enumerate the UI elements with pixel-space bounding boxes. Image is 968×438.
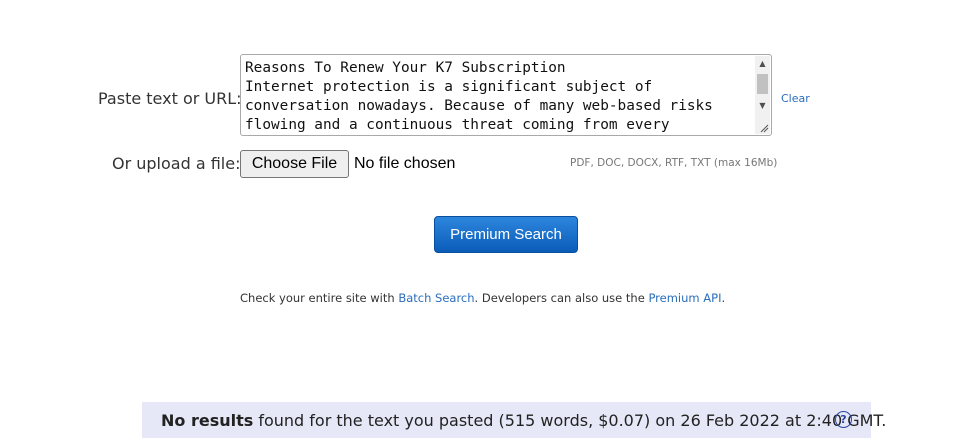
textarea-content: Reasons To Renew Your K7 Subscription In… bbox=[245, 60, 713, 133]
batch-suffix-text: . bbox=[721, 291, 726, 305]
batch-prefix-text: Check your entire site with bbox=[240, 291, 399, 305]
scroll-up-arrow-icon[interactable]: ▲ bbox=[755, 56, 770, 71]
clear-link[interactable]: Clear bbox=[781, 92, 810, 105]
upload-file-label: Or upload a file: bbox=[112, 154, 241, 173]
choose-file-button[interactable]: Choose File bbox=[240, 150, 349, 178]
scrollbar-thumb[interactable] bbox=[757, 74, 768, 94]
scroll-down-arrow-icon[interactable]: ▼ bbox=[755, 98, 770, 113]
result-status-bold: No results bbox=[161, 411, 254, 430]
batch-middle-text: . Developers can also use the bbox=[474, 291, 649, 305]
result-details: found for the text you pasted (515 words… bbox=[253, 411, 887, 430]
result-message: No results found for the text you pasted… bbox=[161, 411, 886, 430]
resize-grip-icon[interactable] bbox=[759, 123, 769, 133]
help-icon[interactable]: ? bbox=[835, 411, 852, 428]
premium-search-button[interactable]: Premium Search bbox=[434, 216, 578, 253]
batch-search-link[interactable]: Batch Search bbox=[398, 291, 474, 305]
no-file-chosen-text: No file chosen bbox=[354, 155, 456, 172]
paste-text-label: Paste text or URL: bbox=[98, 89, 242, 108]
paste-text-area[interactable]: Reasons To Renew Your K7 Subscription In… bbox=[240, 54, 772, 136]
premium-api-link[interactable]: Premium API bbox=[648, 291, 721, 305]
batch-search-info: Check your entire site with Batch Search… bbox=[240, 291, 725, 305]
result-banner: No results found for the text you pasted… bbox=[142, 402, 886, 438]
supported-formats-text: PDF, DOC, DOCX, RTF, TXT (max 16Mb) bbox=[570, 157, 778, 169]
